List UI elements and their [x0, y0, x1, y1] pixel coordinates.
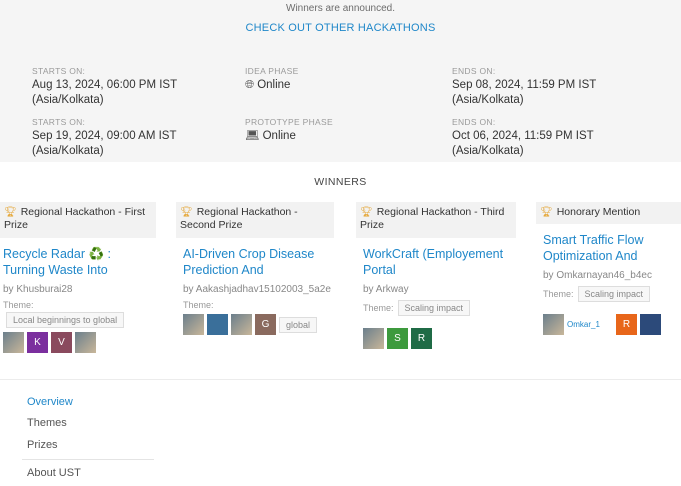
broken-avatar-image: Omkar_1	[567, 320, 600, 329]
section-divider	[0, 379, 681, 380]
idea-phase: IDEA PHASE 🌐︎ Online	[245, 66, 435, 93]
avatar	[640, 314, 661, 335]
winner-card: 🏆︎ Honorary Mention Smart Traffic Flow Op…	[536, 202, 681, 335]
avatar: G	[255, 314, 276, 335]
project-author: by Arkway	[363, 284, 409, 295]
avatar	[75, 332, 96, 353]
team-avatars: S R	[356, 328, 516, 349]
avatar	[183, 314, 204, 335]
theme-label: Theme:	[363, 303, 394, 313]
laptop-icon: 💻︎	[245, 130, 260, 142]
avatar	[543, 314, 564, 335]
winners-announcement: Winners are announced.	[286, 3, 395, 14]
globe-icon: 🌐︎	[245, 79, 255, 91]
idea-phase-mode: Online	[257, 79, 291, 91]
project-title-link[interactable]: AI-Driven Crop Disease Prediction And	[176, 246, 334, 278]
winner-card: 🏆︎ Regional Hackathon - Second Prize AI-D…	[176, 202, 334, 335]
avatar: R	[616, 314, 637, 335]
winners-heading: WINNERS	[314, 176, 367, 188]
team-avatars: Omkar_1 R	[536, 314, 681, 335]
theme-chip: Local beginnings to global	[6, 312, 125, 328]
theme-chip: global	[279, 316, 318, 333]
avatar	[231, 314, 252, 335]
theme-chip: Scaling impact	[577, 286, 651, 302]
idea-phase-end: ENDS ON: Sep 08, 2024, 11:59 PM IST (Asi…	[452, 66, 652, 108]
project-author: by Omkarnayan46_b4ec	[543, 270, 652, 281]
team-avatars: K V	[0, 332, 156, 353]
project-author: by Aakashjadhav15102003_5a2e	[183, 284, 331, 295]
theme-chip: Scaling impact	[397, 300, 471, 316]
prototype-phase-start: STARTS ON: Sep 19, 2024, 09:00 AM IST (A…	[32, 117, 222, 159]
prototype-phase-mode: Online	[262, 130, 296, 142]
trophy-icon: 🏆︎	[360, 207, 373, 218]
prototype-phase-end: ENDS ON: Oct 06, 2024, 11:59 PM IST (Asi…	[452, 117, 652, 159]
prototype-phase: PROTOTYPE PHASE 💻︎ Online	[245, 117, 435, 144]
theme-label: Theme:	[3, 300, 34, 310]
prize-name: Honorary Mention	[556, 206, 641, 218]
starts-on-value: Sep 19, 2024, 09:00 AM IST (Asia/Kolkata…	[32, 130, 177, 157]
nav-about[interactable]: About UST	[27, 467, 81, 479]
prize-header: 🏆︎ Regional Hackathon - Second Prize	[176, 202, 334, 238]
starts-on-label: STARTS ON:	[32, 66, 86, 76]
idea-phase-label: IDEA PHASE	[245, 66, 299, 76]
project-title-link[interactable]: WorkCraft (Employement Portal	[356, 246, 516, 278]
nav-themes[interactable]: Themes	[27, 417, 67, 429]
avatar: S	[387, 328, 408, 349]
theme-label: Theme:	[543, 289, 574, 299]
nav-divider	[22, 459, 154, 460]
trophy-icon: 🏆︎	[180, 207, 193, 218]
avatar: V	[51, 332, 72, 353]
nav-overview[interactable]: Overview	[27, 396, 73, 408]
ends-on-label: ENDS ON:	[452, 117, 496, 127]
winner-card: 🏆︎ Regional Hackathon - Third Prize WorkC…	[356, 202, 516, 349]
ends-on-value: Oct 06, 2024, 11:59 PM IST (Asia/Kolkata…	[452, 130, 594, 157]
project-title-link[interactable]: Smart Traffic Flow Optimization And	[536, 232, 681, 264]
trophy-icon: 🏆︎	[4, 207, 17, 218]
starts-on-label: STARTS ON:	[32, 117, 86, 127]
trophy-icon: 🏆︎	[540, 207, 553, 218]
avatar: K	[27, 332, 48, 353]
prototype-phase-label: PROTOTYPE PHASE	[245, 117, 333, 127]
avatar	[207, 314, 228, 335]
avatar	[363, 328, 384, 349]
prize-header: 🏆︎ Regional Hackathon - First Prize	[0, 202, 156, 238]
prize-header: 🏆︎ Honorary Mention	[536, 202, 681, 224]
avatar: R	[411, 328, 432, 349]
prize-name: Regional Hackathon - Second Prize	[180, 206, 298, 231]
idea-phase-start: STARTS ON: Aug 13, 2024, 06:00 PM IST (A…	[32, 66, 222, 108]
avatar	[3, 332, 24, 353]
prize-name: Regional Hackathon - First Prize	[4, 206, 146, 231]
team-avatars: G global	[176, 314, 334, 335]
winner-card: 🏆︎ Regional Hackathon - First Prize Recyc…	[0, 202, 156, 353]
prize-header: 🏆︎ Regional Hackathon - Third Prize	[356, 202, 516, 238]
project-author: by Khusburai28	[3, 284, 73, 295]
starts-on-value: Aug 13, 2024, 06:00 PM IST (Asia/Kolkata…	[32, 79, 177, 106]
nav-prizes[interactable]: Prizes	[27, 439, 58, 451]
prize-name: Regional Hackathon - Third Prize	[360, 206, 505, 231]
theme-label: Theme:	[183, 300, 214, 310]
ends-on-value: Sep 08, 2024, 11:59 PM IST (Asia/Kolkata…	[452, 79, 597, 106]
other-hackathons-link[interactable]: CHECK OUT OTHER HACKATHONS	[0, 22, 681, 34]
ends-on-label: ENDS ON:	[452, 66, 496, 76]
project-title-link[interactable]: Recycle Radar ♻️ : Turning Waste Into	[0, 246, 156, 278]
